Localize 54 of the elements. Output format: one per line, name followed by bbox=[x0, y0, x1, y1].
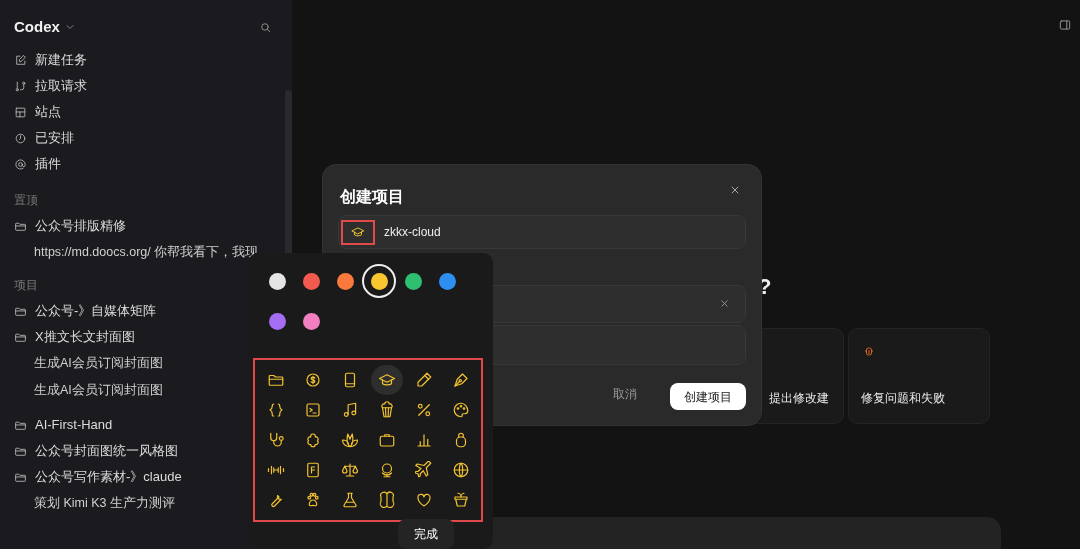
nav-item[interactable]: 站点 bbox=[14, 99, 61, 125]
create-button[interactable]: 创建项目 bbox=[670, 383, 746, 410]
briefcase-icon bbox=[377, 431, 396, 449]
project-item[interactable]: X推文长文封面图 bbox=[14, 324, 135, 350]
terminal-icon bbox=[303, 401, 322, 419]
pencil-icon bbox=[414, 371, 433, 389]
lotus-icon bbox=[340, 431, 359, 449]
project-item[interactable]: AI-First-Hand bbox=[14, 412, 113, 438]
graduation-cap-icon bbox=[351, 225, 365, 239]
icon-picker-button[interactable] bbox=[341, 219, 375, 245]
pen-nib-icon bbox=[451, 371, 470, 389]
search-icon bbox=[259, 20, 272, 34]
project-name-field[interactable]: zkkx-cloud bbox=[338, 215, 746, 249]
flask-icon bbox=[340, 491, 359, 509]
airplane-icon bbox=[414, 461, 433, 479]
project-item[interactable]: 公众号写作素材-》claude bbox=[14, 464, 182, 490]
clock-icon bbox=[14, 131, 27, 145]
dialog-title: 创建项目 bbox=[340, 187, 404, 207]
palette-icon bbox=[451, 401, 470, 419]
nav-item[interactable]: 拉取请求 bbox=[14, 73, 87, 99]
section-heading: 置顶 bbox=[14, 192, 38, 209]
section-heading: 项目 bbox=[14, 277, 38, 294]
card-label: 提出修改建 bbox=[769, 390, 829, 407]
done-button[interactable]: 完成 bbox=[398, 519, 454, 549]
project-item[interactable]: 公众号排版精修 bbox=[14, 213, 126, 239]
layout-icon bbox=[14, 105, 27, 119]
suggestion-card[interactable]: 修复问题和失败 bbox=[848, 328, 990, 424]
project-item[interactable]: 公众号-》自媒体矩阵 bbox=[14, 298, 157, 324]
project-item[interactable]: 公众号封面图统一风格图 bbox=[14, 438, 178, 464]
panel-toggle-icon bbox=[1058, 18, 1072, 32]
nav-item[interactable]: 插件 bbox=[14, 151, 61, 177]
close-icon bbox=[719, 297, 730, 309]
plant-pot-icon bbox=[451, 491, 470, 509]
brain-icon bbox=[377, 491, 396, 509]
nav-item[interactable]: 已安排 bbox=[14, 125, 74, 151]
color-swatch[interactable] bbox=[362, 264, 396, 298]
clear-button[interactable] bbox=[719, 297, 731, 309]
card-label: 修复问题和失败 bbox=[861, 390, 945, 407]
thread-item[interactable]: 策划 Kimi K3 生产力测评 bbox=[14, 490, 175, 517]
name-input[interactable]: zkkx-cloud bbox=[384, 223, 724, 241]
workspace-menu[interactable]: Codex bbox=[14, 15, 76, 39]
nav-item[interactable]: 新建任务 bbox=[14, 47, 87, 73]
globe-icon bbox=[451, 461, 470, 479]
at-icon bbox=[14, 157, 27, 171]
heart-icon bbox=[414, 491, 433, 509]
thread-item[interactable]: 生成AI会员订阅封面图 bbox=[14, 350, 163, 377]
branch-icon bbox=[14, 79, 27, 93]
cancel-button[interactable]: 取消 bbox=[613, 385, 637, 403]
edit-icon bbox=[14, 53, 27, 67]
scales-icon bbox=[340, 461, 359, 479]
coin-icon bbox=[303, 371, 322, 389]
bug-icon bbox=[863, 345, 875, 357]
thread-item[interactable]: 生成AI会员订阅封面图 bbox=[14, 377, 163, 404]
close-icon bbox=[729, 184, 741, 196]
